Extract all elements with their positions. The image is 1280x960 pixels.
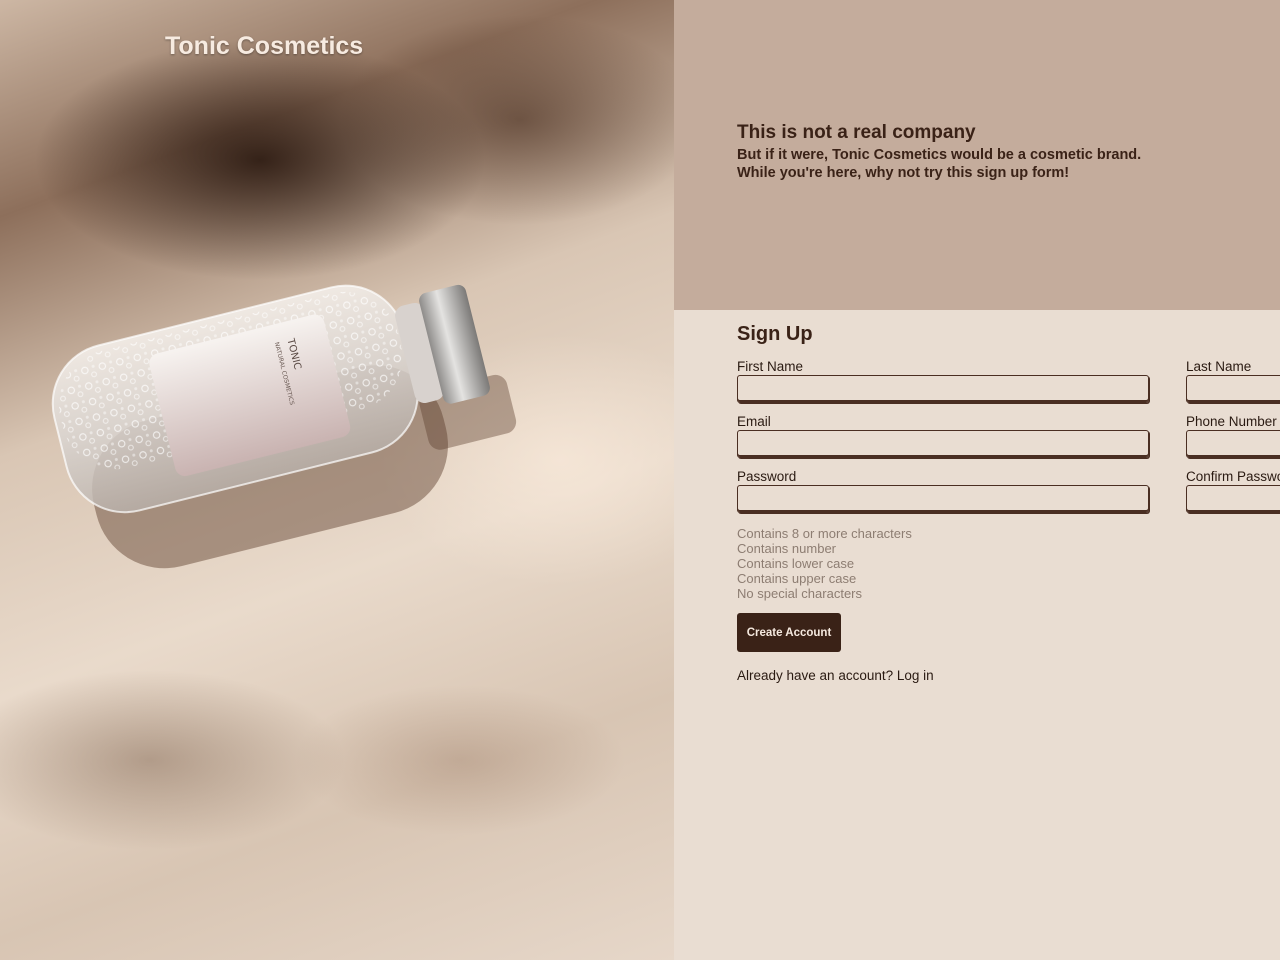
requirement-item: Contains upper case [737,571,857,586]
login-link[interactable]: Log in [897,668,934,683]
phone-input[interactable] [1186,430,1280,458]
first-name-input[interactable] [737,375,1149,403]
info-body: But if it were, Tonic Cosmetics would be… [737,147,1142,181]
requirement-item: Contains 8 or more characters [737,526,912,541]
info-heading: This is not a real company [737,122,976,143]
password-group: Password [737,469,1149,513]
last-name-input[interactable] [1186,375,1280,403]
phone-label: Phone Number [1186,414,1277,429]
login-prompt: Already have an account? Log in [737,668,934,683]
email-group: Email [737,414,1149,458]
email-label: Email [737,414,771,429]
last-name-label: Last Name [1186,359,1252,374]
signup-form: Sign Up First Name Last Name Email Phone… [674,310,1280,960]
requirement-item: Contains number [737,541,836,556]
form-title: Sign Up [737,323,813,345]
bottle-image: TONIC NATURAL COSMETICS [51,284,517,569]
password-requirements: Contains 8 or more characters Contains n… [737,526,912,601]
last-name-group: Last Name [1186,359,1280,403]
confirm-password-input[interactable] [1186,485,1280,513]
login-prompt-text: Already have an account? [737,668,894,683]
phone-group: Phone Number [1186,414,1280,458]
password-label: Password [737,469,797,484]
requirement-item: Contains lower case [737,556,855,571]
requirement-item: No special characters [737,586,862,601]
email-input[interactable] [737,430,1149,458]
hero-image-panel: Tonic Cosmetics TONIC NATURAL COSMETICS [0,0,674,960]
password-input[interactable] [737,485,1149,513]
confirm-password-group: Confirm Password [1186,469,1280,513]
first-name-label: First Name [737,359,804,374]
confirm-password-label: Confirm Password [1186,469,1280,484]
info-panel: This is not a real company But if it wer… [674,0,1280,310]
create-account-button[interactable]: Create Account [737,613,841,652]
first-name-group: First Name [737,359,1149,403]
brand-name: Tonic Cosmetics [165,32,364,60]
